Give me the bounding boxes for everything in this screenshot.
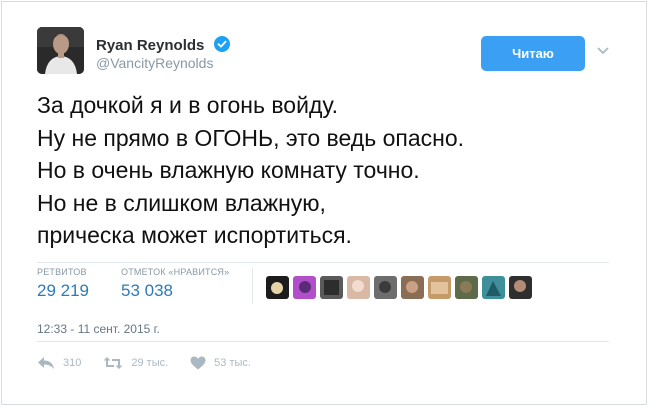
- liker-avatar[interactable]: [347, 276, 370, 299]
- likers-avatars: [266, 276, 532, 299]
- verified-badge-icon: [213, 36, 230, 52]
- likes-count[interactable]: 53 038: [121, 281, 229, 301]
- liker-avatar[interactable]: [293, 276, 316, 299]
- tweet-line: прическа может испортиться.: [37, 222, 352, 248]
- divider: [37, 341, 609, 342]
- tweet-actions: 310 29 тыс. 53 тыс.: [37, 356, 273, 370]
- retweets-count[interactable]: 29 219: [37, 281, 89, 301]
- liker-avatar[interactable]: [266, 276, 289, 299]
- tweet-line: Ну не прямо в ОГОНЬ, это ведь опасно.: [37, 124, 465, 151]
- author-name[interactable]: Ryan Reynolds: [96, 36, 230, 54]
- liker-avatar[interactable]: [482, 276, 505, 299]
- tweet-timestamp[interactable]: 12:33 - 11 сент. 2015 г.: [37, 322, 160, 336]
- liker-avatar[interactable]: [320, 276, 343, 299]
- tweet-line: Но в очень влажную комнату точно.: [37, 157, 420, 183]
- tweet-text: За дочкой я и в огонь войду. Ну не прямо…: [37, 89, 617, 252]
- tweet-line: За дочкой я и в огонь войду.: [37, 92, 338, 118]
- liker-avatar[interactable]: [374, 276, 397, 299]
- tweet-line: Но не в слишком влажную,: [37, 189, 326, 216]
- retweet-button[interactable]: 29 тыс.: [103, 356, 168, 370]
- retweets-label: РЕТВИТОВ: [37, 267, 87, 277]
- reply-button[interactable]: 310: [37, 356, 81, 370]
- avatar[interactable]: [37, 27, 84, 74]
- following-button[interactable]: Читаю: [481, 36, 585, 71]
- avatar-photo: [37, 27, 84, 74]
- retweet-count: 29 тыс.: [131, 357, 169, 369]
- liker-avatar[interactable]: [509, 276, 532, 299]
- reply-count: 310: [63, 357, 82, 369]
- heart-icon: [190, 356, 206, 370]
- chevron-down-icon[interactable]: [596, 46, 610, 56]
- liker-avatar[interactable]: [455, 276, 478, 299]
- author-name-text[interactable]: Ryan Reynolds: [96, 37, 204, 54]
- like-count: 53 тыс.: [214, 357, 251, 369]
- retweets-stat[interactable]: РЕТВИТОВ 29 219: [37, 267, 89, 301]
- likes-label: ОТМЕТОК «НРАВИТСЯ»: [121, 267, 230, 277]
- divider: [37, 262, 609, 263]
- likes-stat[interactable]: ОТМЕТОК «НРАВИТСЯ» 53 038: [121, 267, 229, 301]
- liker-avatar[interactable]: [401, 276, 424, 299]
- liker-avatar[interactable]: [428, 276, 451, 299]
- stats-separator: [252, 268, 253, 304]
- like-button[interactable]: 53 тыс.: [190, 356, 251, 370]
- reply-icon: [38, 357, 54, 369]
- retweet-icon: [103, 357, 123, 369]
- author-handle[interactable]: @VancityReynolds: [96, 55, 213, 71]
